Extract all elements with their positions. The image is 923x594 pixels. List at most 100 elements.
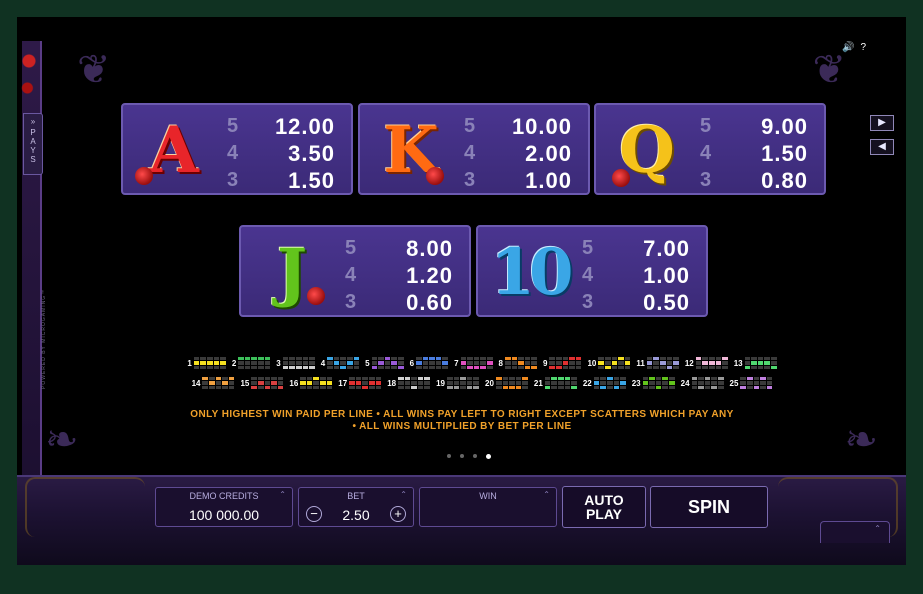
payline-2: 2: [231, 357, 271, 369]
pay-count: 3: [227, 169, 239, 191]
payline-number: 20: [485, 378, 494, 388]
payline-number: 10: [587, 358, 597, 368]
payline-grid-icon: [398, 377, 431, 389]
payline-number: 18: [387, 378, 397, 388]
chevron-up-icon: ⌃: [543, 490, 550, 499]
payline-number: 22: [582, 378, 592, 388]
page-dot[interactable]: [447, 454, 451, 458]
payline-number: 23: [631, 378, 641, 388]
payline-15: 15: [240, 377, 284, 389]
payline-number: 7: [454, 358, 459, 368]
payline-5: 5: [365, 357, 404, 369]
payline-8: 8: [499, 357, 537, 369]
payline-number: 5: [365, 358, 370, 368]
payline-grid-icon: [593, 377, 626, 389]
credits-panel[interactable]: DEMO CREDITS ⌃ 100 000.00: [155, 487, 293, 527]
payline-grid-icon: [691, 377, 724, 389]
page-dot[interactable]: [486, 454, 491, 459]
game-window: ❦ ❦ ❧ ❧ » PAYS POWERED BY MICROGAMING™ 🔊…: [17, 17, 906, 565]
payline-number: 24: [680, 378, 690, 388]
chevron-up-icon: ⌃: [279, 490, 286, 499]
next-page-button[interactable]: ▶: [870, 115, 894, 131]
payline-18: 18: [387, 377, 431, 389]
payline-13: 13: [734, 357, 777, 369]
chevron-right-icon: »: [30, 117, 36, 126]
page-indicator: [447, 454, 491, 459]
payline-11: 11: [636, 357, 679, 369]
win-label: WIN: [479, 491, 497, 501]
payline-grid-icon: [300, 377, 333, 389]
pay-values: 5 12.00 4 3.50 3 1.50: [227, 113, 335, 194]
pay-count: 4: [227, 142, 239, 164]
payline-number: 8: [498, 358, 503, 368]
paylines-legend: 1 2 3 4 5 6 7 8 9 10 11 12 13 14 15 16 17 18 19 20 21 22 23 24…: [167, 353, 797, 393]
help-button[interactable]: ?: [860, 42, 866, 53]
win-panel: WIN ⌃: [419, 487, 557, 527]
pay-value: 10.00: [511, 113, 572, 139]
spin-button[interactable]: SPIN: [650, 486, 768, 528]
payline-number: 4: [320, 358, 326, 368]
payline-grid-icon: [495, 377, 528, 389]
pay-count: 5: [345, 237, 357, 259]
bet-label: BET: [347, 491, 365, 501]
payline-17: 17: [338, 377, 382, 389]
autoplay-button[interactable]: AUTO PLAY: [562, 486, 646, 528]
pay-card-a: A 5 12.00 4 3.50 3 1.50: [121, 103, 353, 195]
pay-value: 12.00: [274, 113, 335, 139]
payline-grid-icon: [349, 377, 382, 389]
rules-line: ONLY HIGHEST WIN PAID PER LINE • ALL WIN…: [190, 409, 734, 420]
payline-6: 6: [410, 357, 449, 369]
payline-25: 25: [730, 377, 773, 389]
payline-24: 24: [681, 377, 724, 389]
prev-page-button[interactable]: ◀: [870, 139, 894, 155]
pay-count: 5: [582, 237, 594, 259]
credits-value: 100 000.00: [188, 507, 260, 523]
payline-7: 7: [454, 357, 493, 369]
rose-icon: [426, 167, 444, 185]
pay-count: 4: [345, 264, 357, 286]
rose-icon: [612, 169, 630, 187]
payline-number: 1: [187, 358, 192, 368]
payline-grid-icon: [549, 357, 582, 369]
pay-value: 1.50: [761, 140, 808, 166]
pay-count: 3: [345, 291, 357, 313]
payline-number: 13: [733, 358, 743, 368]
speaker-icon[interactable]: 🔊: [842, 42, 854, 53]
payline-1: 1: [187, 357, 226, 369]
pays-tab-label: PAYS: [30, 128, 36, 164]
rose-icon: [135, 167, 153, 185]
rose-icon: [21, 43, 37, 103]
menu-tab[interactable]: ⌃: [820, 521, 890, 543]
payline-grid-icon: [598, 357, 631, 369]
payline-16: 16: [289, 377, 333, 389]
pays-tab[interactable]: » PAYS: [23, 113, 43, 175]
pay-value: 1.00: [525, 167, 572, 193]
payline-19: 19: [436, 377, 479, 389]
play-left-icon: ◀: [878, 141, 886, 152]
pay-card-k: K 5 10.00 4 2.00 3 1.00: [358, 103, 590, 195]
payline-grid-icon: [695, 357, 728, 369]
swirl-ornament-icon: ❦: [77, 47, 111, 93]
payline-grid-icon: [282, 357, 315, 369]
payline-grid-icon: [740, 377, 773, 389]
payline-grid-icon: [416, 357, 449, 369]
gold-ornament-icon: [25, 477, 145, 537]
payline-number: 16: [289, 378, 299, 388]
bottom-bar: DEMO CREDITS ⌃ 100 000.00 BET ⌃ − 2.50 +…: [17, 475, 906, 565]
payline-number: 2: [231, 358, 237, 368]
pay-value: 2.00: [525, 140, 572, 166]
pay-count: 3: [700, 169, 712, 191]
payline-grid-icon: [504, 357, 537, 369]
payline-number: 9: [542, 358, 548, 368]
page-dot[interactable]: [460, 454, 464, 458]
payline-grid-icon: [238, 357, 271, 369]
bet-increase-button[interactable]: +: [390, 506, 406, 522]
pay-values: 5 10.00 4 2.00 3 1.00: [464, 113, 572, 194]
pay-value: 0.80: [761, 167, 808, 193]
powered-by-label: POWERED BY MICROGAMING™: [41, 288, 47, 389]
paylines-row: 1 2 3 4 5 6 7 8 9 10 11 12 13: [167, 353, 797, 373]
payline-grid-icon: [447, 377, 479, 389]
play-right-icon: ▶: [878, 117, 886, 128]
page-dot[interactable]: [473, 454, 477, 458]
payline-9: 9: [542, 357, 582, 369]
